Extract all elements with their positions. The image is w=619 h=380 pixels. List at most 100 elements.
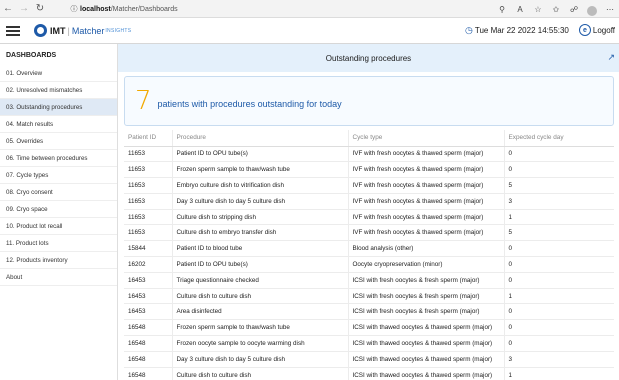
profile-avatar[interactable] [585,1,599,17]
table-cell: ICSI with thawed oocytes & thawed sperm … [348,319,505,337]
sidebar-item[interactable]: About [0,269,117,286]
column-header[interactable]: Expected cycle day [504,130,614,147]
menu-icon[interactable] [6,25,20,36]
column-header[interactable]: Procedure [172,130,349,147]
reload-icon[interactable]: ↻ [32,1,48,17]
table-row[interactable]: 11653 Culture dish to embryo transfer dis… [124,224,614,242]
table-cell: IVF with fresh oocytes & thawed sperm (m… [348,177,505,194]
table-cell: ICSI with fresh oocytes & fresh sperm (m… [348,272,505,289]
table-row[interactable]: 11653 Embryo culture dish to vitrificatio… [124,177,614,194]
table-cell: Patient ID to blood tube [172,240,349,258]
table-cell: Patient ID to OPU tube(s) [172,256,349,273]
table-cell: Culture dish to embryo transfer dish [172,224,349,242]
address-bar[interactable]: ⓘ localhost/Matcher/Dashboards [68,3,538,15]
dashboard-title-bar: Outstanding procedures ↗ [118,44,619,72]
table-cell: 16202 [124,256,173,273]
table-cell: 16548 [124,367,173,380]
table-cell: 16548 [124,319,173,337]
sidebar-item[interactable]: 02. Unresolved mismatches [0,82,117,99]
sidebar-item[interactable]: 03. Outstanding procedures [0,99,117,116]
table-row[interactable]: 16548 Frozen sperm sample to thaw/wash tu… [124,319,614,337]
table-cell: IVF with fresh oocytes & thawed sperm (m… [348,193,505,210]
table-cell: 0 [504,303,614,321]
table-row[interactable]: 16453 Area disinfected ICSI with fresh ooc… [124,303,614,321]
table-row[interactable]: 11653 Day 3 culture dish to day 5 culture… [124,193,614,210]
clock-icon: ◷ [465,24,473,35]
sidebar-item[interactable]: 09. Cryo space [0,201,117,218]
table-cell: IVF with fresh oocytes & thawed sperm (m… [348,161,505,179]
table-cell: Triage questionnaire checked [172,272,349,289]
sidebar-item[interactable]: 11. Product lots [0,235,117,252]
forward-icon[interactable]: → [16,1,32,17]
table-cell: ICSI with thawed oocytes & thawed sperm … [348,351,505,368]
logoff-button[interactable]: Logoff [593,26,615,35]
info-icon[interactable]: ⓘ [68,3,80,15]
table-row[interactable]: 16548 Culture dish to culture dish ICSI wi… [124,367,614,380]
table-row[interactable]: 16202 Patient ID to OPU tube(s) Oocyte cry… [124,256,614,273]
table-cell: ICSI with thawed oocytes & thawed sperm … [348,335,505,352]
table-cell: IVF with fresh oocytes & thawed sperm (m… [348,146,505,163]
table-cell: ICSI with fresh oocytes & fresh sperm (m… [348,303,505,321]
current-datetime: Tue Mar 22 2022 14:55:30 [474,25,569,35]
table-cell: 11653 [124,177,173,194]
address-path: /Matcher/Dashboards [110,5,178,13]
column-header[interactable]: Cycle type [348,130,505,147]
table-row[interactable]: 11653 Patient ID to OPU tube(s) IVF with f… [124,146,614,163]
table-row[interactable]: 15844 Patient ID to blood tube Blood analy… [124,240,614,258]
favorites-icon[interactable]: ✩ [549,1,563,17]
table-row[interactable]: 11653 Culture dish to stripping dish IVF w… [124,209,614,226]
logo-product-sub: INSIGHTS [105,27,132,34]
table-cell: 15844 [124,240,173,258]
table-cell: 0 [504,272,614,289]
table-cell: 0 [504,256,614,273]
table-cell: 16453 [124,288,173,305]
share-icon[interactable]: ↗ [607,52,615,63]
table-cell: 0 [504,240,614,258]
sidebar-item[interactable]: 01. Overview [0,65,117,82]
sidebar-item[interactable]: 04. Match results [0,116,117,133]
table-cell: 0 [504,161,614,179]
table-cell: IVF with fresh oocytes & thawed sperm (m… [348,209,505,226]
table-cell: Frozen oocyte sample to oocyte warming d… [172,335,349,352]
logo-mark-icon [34,24,47,37]
collections-icon[interactable]: ☍ [567,1,581,17]
main-content: Outstanding procedures ↗ 7 patients with… [118,44,619,380]
table-cell: Blood analysis (other) [348,240,505,258]
table-cell: 5 [504,224,614,242]
procedures-table: Patient ID Procedure Cycle type Expected cy… [124,130,614,380]
more-icon[interactable]: ⋯ [603,1,617,17]
table-cell: Culture dish to culture dish [172,288,349,305]
sidebar-item[interactable]: 10. Product lot recall [0,218,117,235]
table-cell: Frozen sperm sample to thaw/wash tube [172,161,349,179]
sidebar-item[interactable]: 07. Cycle types [0,167,117,184]
table-cell: Day 3 culture dish to day 5 culture dish [172,193,349,210]
table-cell: 11653 [124,146,173,163]
table-row[interactable]: 16453 Triage questionnaire checked ICSI wi… [124,272,614,289]
table-cell: ICSI with fresh oocytes & fresh sperm (m… [348,288,505,305]
sidebar-item[interactable]: 08. Cryo consent [0,184,117,201]
table-cell: 16453 [124,303,173,321]
table-row[interactable]: 11653 Frozen sperm sample to thaw/wash tu… [124,161,614,179]
sidebar-item[interactable]: 06. Time between procedures [0,150,117,167]
favorite-icon[interactable]: ☆ [531,1,545,17]
read-aloud-icon[interactable]: A [513,1,527,17]
table-cell: 16548 [124,335,173,352]
table-row[interactable]: 16548 Frozen oocyte sample to oocyte warm… [124,335,614,352]
column-header[interactable]: Patient ID [124,130,173,147]
sidebar-item[interactable]: 05. Overrides [0,133,117,150]
search-icon[interactable]: ⚲ [495,1,509,17]
sidebar: DASHBOARDS 01. Overview 02. Unresolved mi… [0,44,118,380]
table-row[interactable]: 16453 Culture dish to culture dish ICSI wi… [124,288,614,305]
logoff-icon[interactable]: e [578,24,591,36]
table-cell: 1 [504,288,614,305]
table-cell: ICSI with thawed oocytes & thawed sperm … [348,367,505,380]
table-cell: 1 [504,367,614,380]
back-icon[interactable]: ← [0,1,16,17]
avatar [587,5,597,16]
table-cell: Patient ID to OPU tube(s) [172,146,349,163]
summary-text: patients with procedures outstanding for… [157,99,342,109]
table-cell: Frozen sperm sample to thaw/wash tube [172,319,349,337]
sidebar-item[interactable]: 12. Products inventory [0,252,117,269]
table-row[interactable]: 16548 Day 3 culture dish to day 5 culture… [124,351,614,368]
table-cell: Day 3 culture dish to day 5 culture dish [172,351,349,368]
